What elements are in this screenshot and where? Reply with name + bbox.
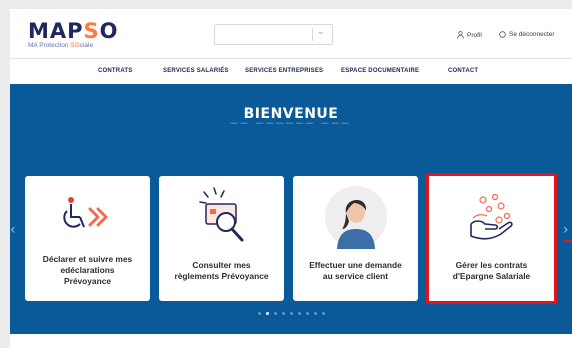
profile-label: Profil (467, 31, 482, 39)
card-consulter-reglements[interactable]: Consulter mes règlements Prévoyance (159, 176, 284, 301)
brand-logo[interactable]: MAPSO MA Protection SOciale (28, 19, 119, 50)
document-magnifier-icon (159, 182, 284, 252)
header: MAPSO MA Protection SOciale ⌄ Profil Se … (10, 9, 572, 58)
carousel-dot[interactable] (321, 312, 325, 315)
logo-wordmark: MAPSO (28, 19, 119, 43)
carousel-dot[interactable] (305, 312, 309, 315)
carousel-dot[interactable] (257, 312, 261, 315)
carousel-dot[interactable] (289, 312, 293, 315)
hero-carousel: BIENVENUE ▔▔ ▔▔▔▔▔▔ ▔▔▔ ‹ › Déclarer et … (10, 84, 572, 334)
logo-tagline: MA Protection SOciale (28, 42, 94, 49)
carousel-dot[interactable] (281, 312, 285, 315)
profile-link[interactable]: Profil (457, 31, 482, 39)
carousel-dot[interactable] (297, 312, 301, 315)
card-label-line: au service client (322, 271, 389, 281)
card-demande-service-client[interactable]: Effectuer une demande au service client (293, 176, 418, 301)
nav-item-contact[interactable]: CONTACT (448, 68, 478, 74)
user-icon (457, 31, 464, 39)
carousel-dot[interactable] (273, 312, 277, 315)
carousel-prev-arrow[interactable]: ‹ (10, 222, 16, 238)
nav-item-services-salaries[interactable]: SERVICES SALARIÉS (163, 68, 229, 74)
main-nav: CONTRATS SERVICES SALARIÉS SERVICES ENTR… (10, 59, 572, 84)
hero-title: BIENVENUE (243, 106, 339, 122)
chevron-down-icon[interactable]: ⌄ (317, 27, 325, 37)
card-label-line: Gérer les contrats (455, 260, 528, 270)
page-bottom (10, 334, 572, 348)
card-label-line: règlements Prévoyance (174, 271, 269, 281)
logout-link[interactable]: Se déconnecter (499, 31, 555, 38)
carousel-next-arrow[interactable]: › (563, 222, 569, 238)
carousel-dots (10, 312, 572, 315)
card-label-line: d'Epargne Salariale (452, 271, 531, 281)
power-icon (499, 31, 506, 38)
card-label-line: edéclarations (60, 265, 115, 275)
page: MAPSO MA Protection SOciale ⌄ Profil Se … (10, 9, 572, 348)
highlight-pointer (563, 240, 572, 242)
card-label-line: Déclarer et suivre mes (42, 254, 133, 264)
carousel-dot[interactable] (313, 312, 317, 315)
carousel-dot[interactable] (265, 312, 269, 315)
logout-label: Se déconnecter (509, 31, 555, 38)
select-separator (312, 28, 313, 41)
card-epargne-salariale[interactable]: Gérer les contrats d'Epargne Salariale (426, 173, 557, 304)
card-label-line: Consulter mes (192, 260, 251, 270)
card-declarer-prevoyance[interactable]: Déclarer et suivre mes edéclarations Pré… (25, 176, 150, 301)
hero-decoration: ▔▔ ▔▔▔▔▔▔ ▔▔▔ (230, 124, 352, 134)
card-label-line: Effectuer une demande (309, 260, 402, 270)
search-select[interactable]: ⌄ (214, 24, 333, 45)
disability-arrows-icon (25, 182, 150, 252)
customer-service-agent-icon (293, 182, 418, 252)
hand-coins-icon (429, 184, 554, 254)
card-label-line: Prévoyance (63, 276, 112, 286)
nav-item-espace-documentaire[interactable]: ESPACE DOCUMENTAIRE (341, 68, 419, 74)
nav-item-services-entreprises[interactable]: SERVICES ENTREPRISES (245, 68, 323, 74)
nav-item-contrats[interactable]: CONTRATS (98, 68, 133, 74)
